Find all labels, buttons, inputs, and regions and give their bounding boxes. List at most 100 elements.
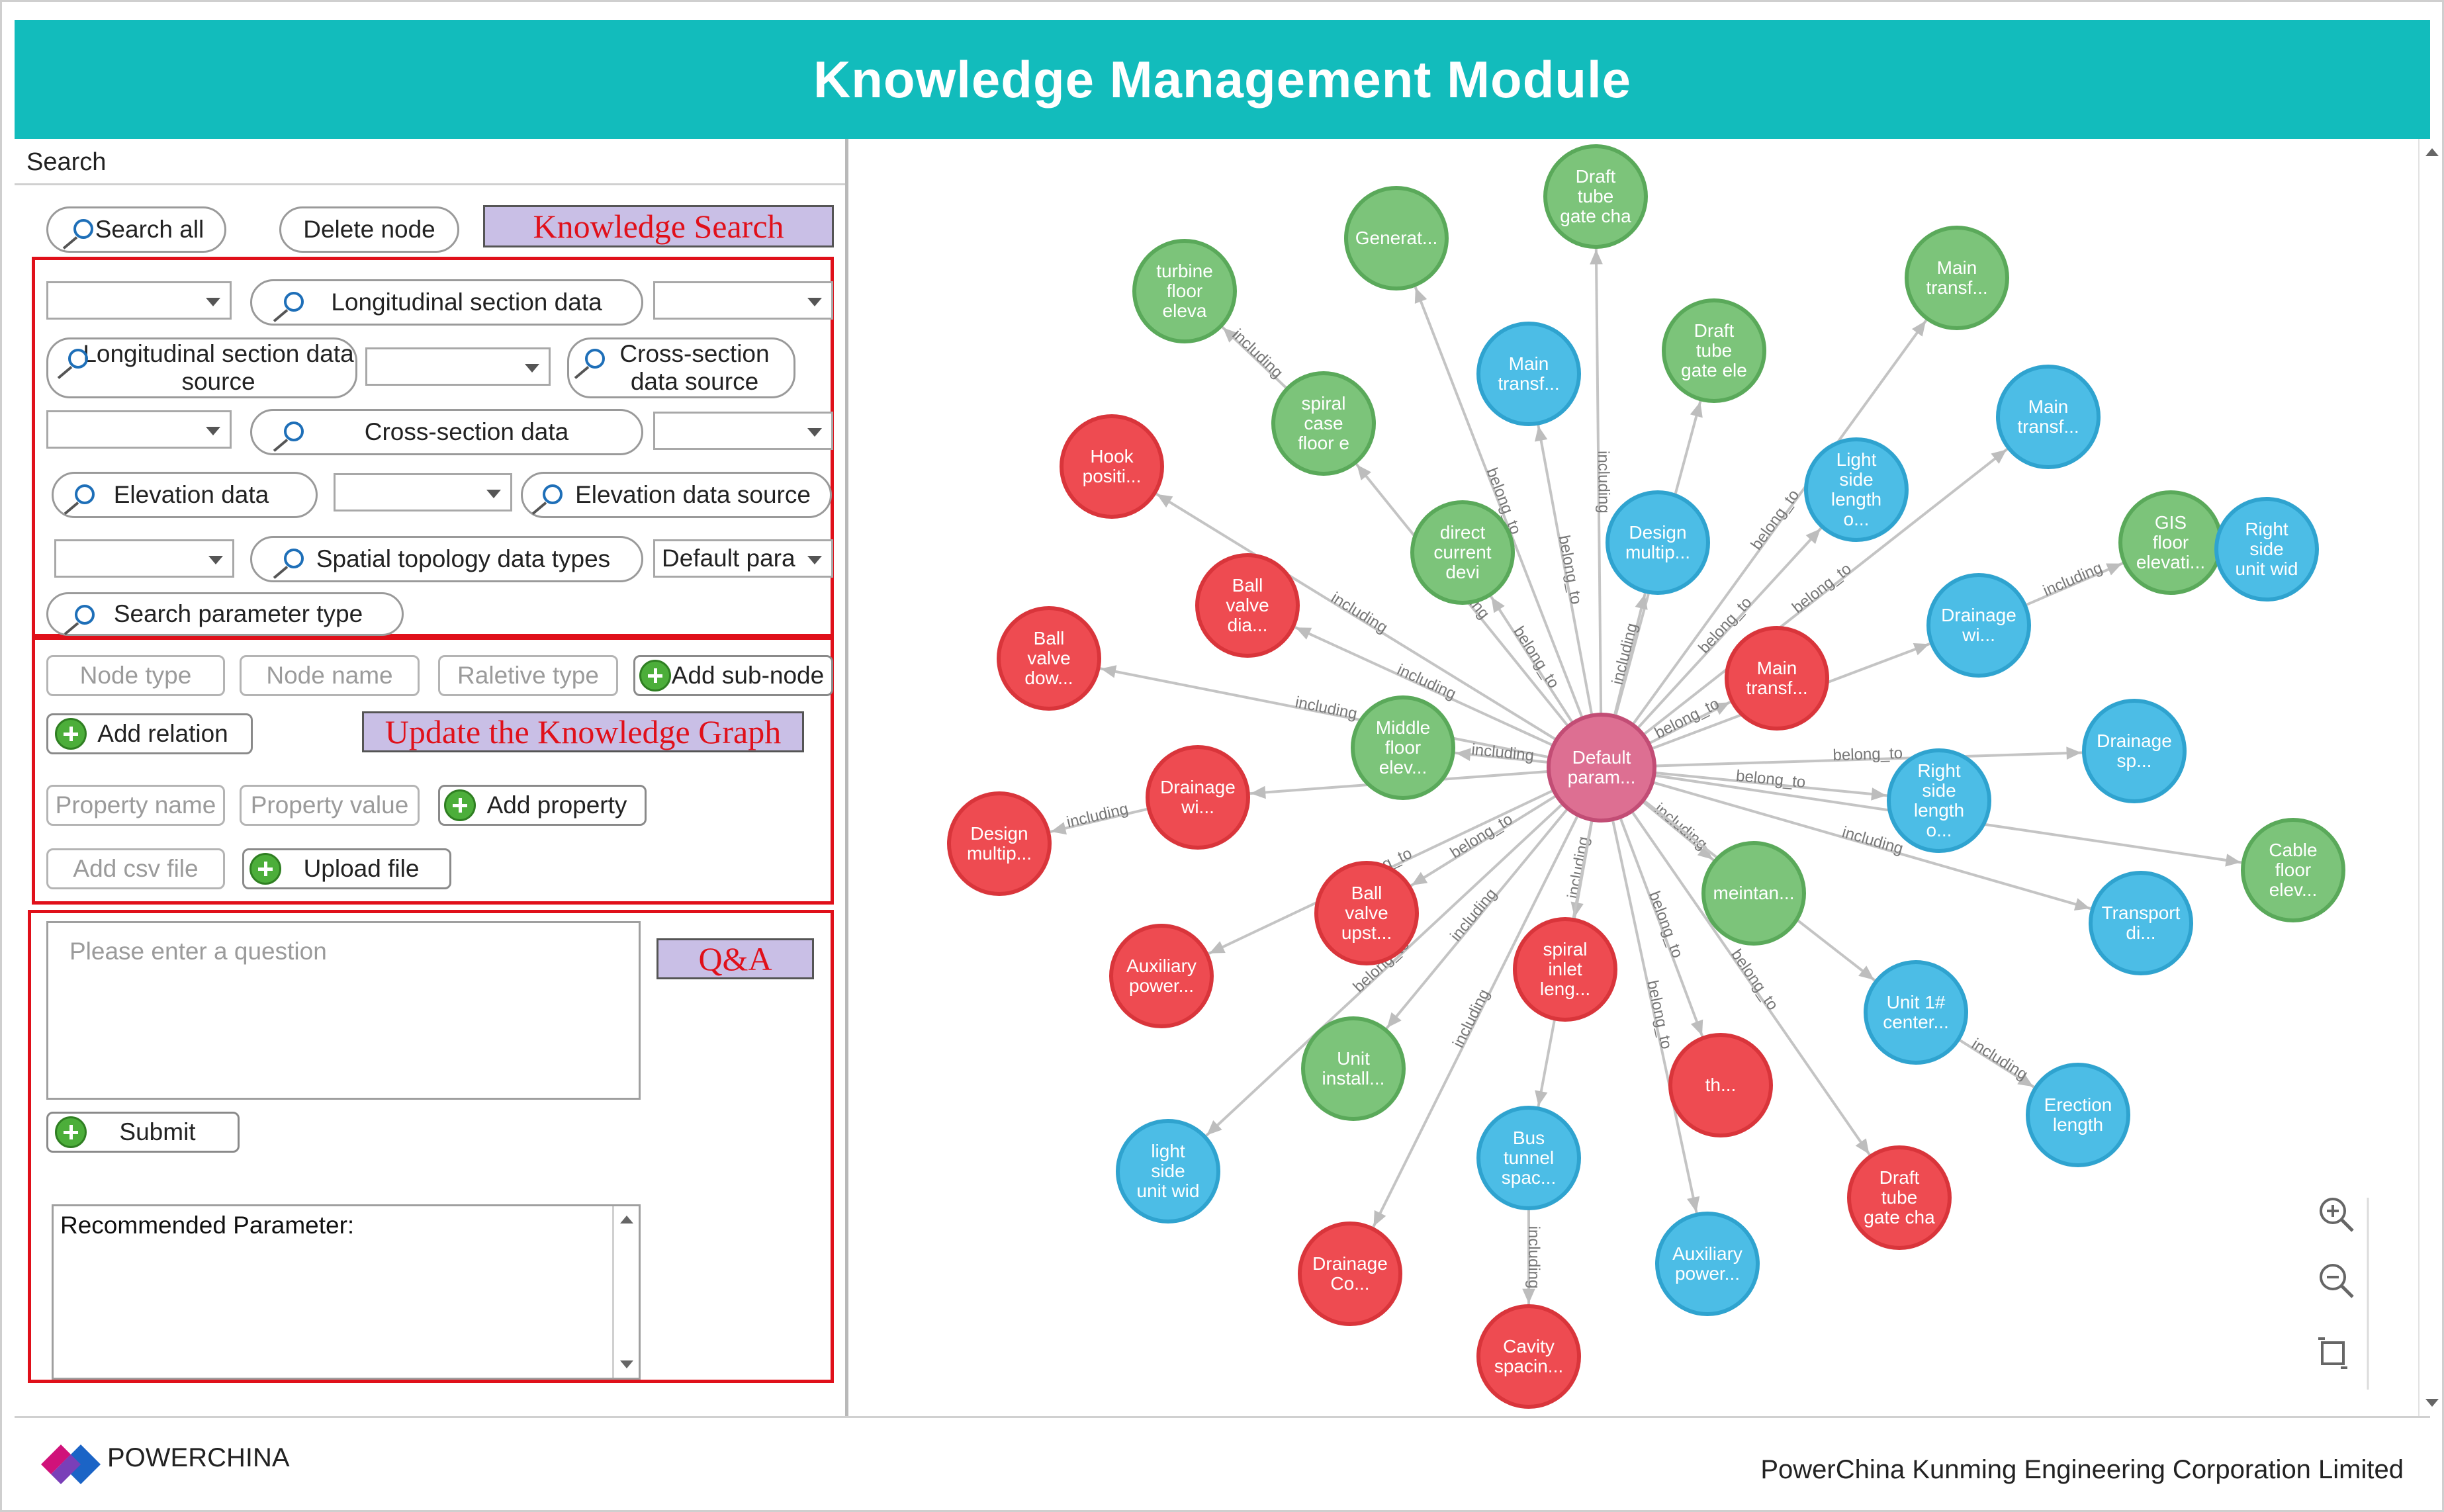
elevation-data-button[interactable]: Elevation data	[52, 472, 318, 518]
graph-node[interactable]: Lightsidelengtho...	[1804, 437, 1909, 542]
graph-node[interactable]: Maintransf...	[1996, 365, 2101, 469]
graph-node[interactable]: Unit 1#center...	[1864, 960, 1968, 1065]
upload-file-button[interactable]: Upload file	[242, 848, 451, 889]
graph-node[interactable]: Maintransf...	[1725, 626, 1829, 731]
graph-node-label: center...	[1883, 1012, 1949, 1032]
graph-node[interactable]: Drainagewi...	[1146, 745, 1250, 850]
longitudinal-section-data-button[interactable]: Longitudinal section data	[250, 279, 643, 326]
longitudinal-section-data-source-button[interactable]: Longitudinal section data source	[46, 337, 357, 398]
edge-label: belong_to	[1643, 979, 1675, 1051]
graph-node[interactable]: directcurrentdevi	[1410, 500, 1515, 605]
search-icon	[75, 605, 95, 625]
graph-node[interactable]: DrainageCo...	[1298, 1222, 1402, 1326]
graph-node[interactable]: spiralcasefloor e	[1271, 371, 1376, 476]
edge-arrow	[2225, 854, 2241, 867]
longitudinal-source-select[interactable]	[365, 347, 551, 386]
graph-node[interactable]: Drafttubegate ele	[1662, 298, 1766, 403]
graph-node[interactable]: Drafttubegate cha	[1847, 1145, 1952, 1250]
graph-node-label: elevati...	[2136, 552, 2205, 572]
graph-node[interactable]: spiralinletleng...	[1513, 917, 1617, 1022]
submit-button[interactable]: Submit	[46, 1112, 240, 1153]
graph-node[interactable]: Drafttubegate cha	[1543, 144, 1648, 249]
graph-node[interactable]: Auxiliarypower...	[1655, 1212, 1760, 1316]
graph-node[interactable]: Middlefloorelev...	[1351, 695, 1455, 800]
graph-node[interactable]: Cavityspacin...	[1476, 1304, 1581, 1409]
graph-node[interactable]: Maintransf...	[1905, 226, 2009, 330]
graph-node-label: Draft	[1879, 1167, 1920, 1188]
longitudinal-section-data-select[interactable]	[653, 281, 833, 320]
property-name-input[interactable]: Property name	[46, 785, 225, 826]
graph-node[interactable]: th...	[1668, 1033, 1773, 1137]
zoom-out-icon[interactable]	[2320, 1264, 2354, 1298]
add-csv-input[interactable]: Add csv file	[46, 848, 225, 889]
graph-node[interactable]: Unitinstall...	[1301, 1016, 1406, 1121]
scroll-down-icon[interactable]	[2425, 1399, 2439, 1407]
scroll-up-icon[interactable]	[620, 1216, 633, 1223]
graph-node-label: valve	[1027, 648, 1070, 668]
cross-section-data-button[interactable]: Cross-section data	[250, 409, 643, 455]
graph-node[interactable]: Cablefloorelev...	[2241, 818, 2345, 922]
zoom-in-icon[interactable]	[2320, 1198, 2354, 1232]
node-type-input[interactable]: Node type	[46, 655, 225, 696]
spatial-topology-select[interactable]	[54, 539, 234, 578]
add-property-button[interactable]: Add property	[438, 785, 647, 826]
graph-node[interactable]: Designmultip...	[947, 791, 1052, 896]
property-value-input[interactable]: Property value	[240, 785, 420, 826]
graph-node[interactable]: meintan...	[1701, 841, 1806, 946]
graph-node-label: current	[1433, 542, 1491, 562]
graph-node-label: direct	[1440, 522, 1486, 543]
chevron-down-icon	[208, 556, 223, 564]
knowledge-graph-panel[interactable]: includingbelong_toincludingbelong_toincl…	[860, 139, 2442, 1416]
search-all-button[interactable]: Search all	[46, 206, 226, 253]
search-all-label: Search all	[95, 216, 204, 243]
graph-node-label: Transport	[2102, 903, 2181, 923]
question-input[interactable]: Please enter a question	[46, 921, 641, 1100]
graph-center-node[interactable]: Defaultparam...	[1547, 713, 1656, 823]
graph-node[interactable]: Rightsidelengtho...	[1887, 748, 1991, 853]
delete-node-button[interactable]: Delete node	[279, 206, 459, 253]
graph-node[interactable]: Drainagesp...	[2082, 699, 2187, 803]
recommended-parameter-box[interactable]: Recommended Parameter:	[52, 1204, 641, 1380]
edge-arrow	[1635, 594, 1648, 610]
search-icon	[68, 349, 88, 369]
graph-scrollbar[interactable]	[2418, 139, 2442, 1416]
graph-node[interactable]: Drainagewi...	[1926, 573, 2031, 678]
search-parameter-type-button[interactable]: Search parameter type	[46, 592, 404, 636]
scroll-down-icon[interactable]	[620, 1360, 633, 1368]
cross-section-data-select[interactable]	[653, 412, 833, 450]
relation-type-input[interactable]: Raletive type	[438, 655, 618, 696]
graph-node[interactable]: Erectionlength	[2026, 1063, 2130, 1167]
graph-node[interactable]: Hookpositi...	[1060, 414, 1164, 519]
graph-node[interactable]: Rightsideunit wid	[2214, 497, 2319, 601]
elevation-data-source-button[interactable]: Elevation data source	[521, 472, 832, 518]
add-subnode-button[interactable]: Add sub-node	[633, 655, 833, 696]
graph-node[interactable]: Ballvalvedow...	[997, 606, 1101, 711]
graph-node[interactable]: Bustunnelspac...	[1476, 1106, 1581, 1210]
graph-node[interactable]: Designmultip...	[1606, 490, 1710, 595]
default-param-select[interactable]: Default para	[653, 539, 833, 578]
graph-node[interactable]: Transportdi...	[2089, 871, 2193, 975]
graph-node[interactable]: lightsideunit wid	[1116, 1119, 1220, 1223]
longitudinal-section-data-source-label: Longitudinal section data source	[83, 340, 354, 395]
graph-node[interactable]: GISfloorelevati...	[2118, 490, 2223, 595]
graph-node[interactable]: Generat...	[1344, 186, 1449, 290]
elevation-data-select[interactable]	[334, 473, 512, 511]
graph-node[interactable]: Ballvalveupst...	[1314, 861, 1419, 965]
graph-node-label: Auxiliary	[1672, 1243, 1742, 1264]
graph-node[interactable]: Maintransf...	[1476, 322, 1581, 426]
longitudinal-section-select[interactable]	[46, 281, 232, 320]
node-name-input[interactable]: Node name	[240, 655, 420, 696]
graph-node[interactable]: turbineflooreleva	[1132, 239, 1237, 343]
fit-screen-icon[interactable]	[2318, 1337, 2347, 1369]
recommended-scrollbar[interactable]	[612, 1206, 639, 1378]
graph-node-label: di...	[2126, 922, 2155, 943]
graph-node[interactable]: Auxiliarypower...	[1109, 924, 1214, 1028]
cross-section-data-source-button[interactable]: Cross-section data source	[567, 337, 795, 398]
cross-section-source-select[interactable]	[46, 410, 232, 449]
edge-label: belong_to	[1645, 889, 1686, 960]
scroll-up-icon[interactable]	[2425, 148, 2439, 156]
add-relation-button[interactable]: Add relation	[46, 713, 253, 754]
graph-node[interactable]: Ballvalvedia...	[1195, 553, 1300, 658]
knowledge-graph[interactable]: includingbelong_toincludingbelong_toincl…	[860, 139, 2442, 1416]
spatial-topology-data-types-button[interactable]: Spatial topology data types	[250, 536, 643, 582]
